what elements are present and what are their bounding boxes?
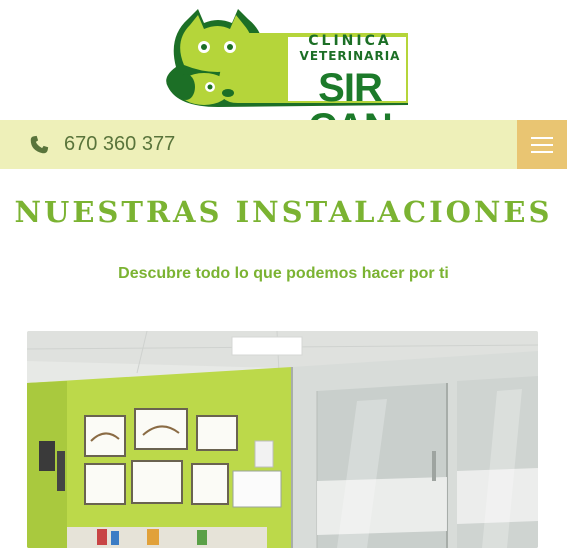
site-header: CLINICA VETERINARIA SIR CAN (0, 0, 567, 148)
logo-line-clinica: CLINICA (308, 33, 392, 49)
page-title: NUESTRAS INSTALACIONES (14, 195, 553, 229)
contact-bar: 670 360 377 (0, 120, 567, 169)
phone-number[interactable]: 670 360 377 (64, 133, 175, 156)
phone-link[interactable]: 670 360 377 (28, 120, 175, 169)
hamburger-menu-icon[interactable] (517, 120, 567, 169)
logo-line-veterinaria: VETERINARIA (299, 49, 401, 63)
menu-line (531, 150, 553, 153)
phone-icon (30, 135, 49, 153)
menu-line (531, 136, 553, 139)
clinic-room-image (27, 331, 538, 548)
page-subtitle: Descubre todo lo que podemos hacer por t… (118, 265, 449, 282)
menu-line (531, 143, 553, 146)
clinic-photo (27, 331, 538, 548)
